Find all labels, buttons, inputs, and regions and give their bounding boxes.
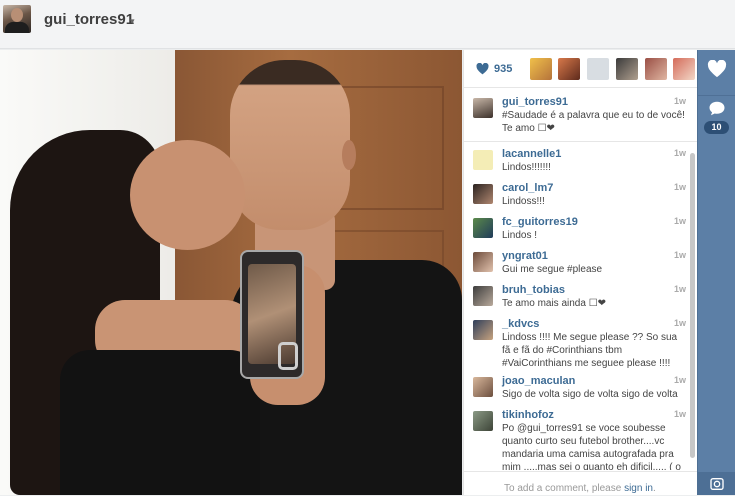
user-avatar[interactable] — [3, 5, 31, 33]
comment-sign-in-prompt: To add a comment, please sign in. — [464, 471, 698, 496]
liker-avatar[interactable] — [673, 58, 695, 80]
comment-button[interactable]: 10 — [698, 96, 735, 140]
comment-username[interactable]: fc_guitorres19 — [502, 216, 578, 228]
comment-username[interactable]: lacannelle1 — [502, 148, 561, 160]
liker-avatar[interactable] — [645, 58, 667, 80]
comments-panel: 935 gui_torres91 1w #Saudade é a palavra… — [463, 50, 698, 495]
action-bar: 10 — [697, 50, 735, 495]
avatar[interactable] — [473, 150, 493, 170]
chevron-down-icon[interactable]: ▾ — [130, 16, 135, 27]
avatar[interactable] — [473, 320, 493, 340]
liker-avatar[interactable] — [616, 58, 638, 80]
comment-prompt-prefix: To add a comment, please — [504, 483, 625, 494]
comment-text: Lindoss !!!! Me segue please ?? So sua f… — [502, 332, 678, 369]
liker-avatar[interactable] — [530, 58, 552, 80]
camera-icon[interactable] — [698, 472, 735, 495]
comment-text: Sigo de volta sigo de volta sigo de volt… — [502, 389, 678, 400]
comment-list: gui_torres91 1w #Saudade é a palavra que… — [464, 88, 698, 470]
top-bar: gui_torres91 ▾ — [0, 0, 735, 49]
comment-text: Te amo mais ainda ☐❤ — [502, 298, 607, 309]
comment-username[interactable]: yngrat01 — [502, 250, 548, 262]
sign-in-link[interactable]: sign in — [624, 483, 653, 494]
comment-text: Lindoss!!! — [502, 196, 545, 207]
comment-text: Gui me segue #please — [502, 264, 603, 275]
comment-text: Lindos!!!!!!! — [502, 162, 551, 173]
divider — [464, 141, 698, 142]
comment-username[interactable]: bruh_tobias — [502, 284, 565, 296]
liker-avatar[interactable] — [558, 58, 580, 80]
comment-username[interactable]: gui_torres91 — [502, 96, 568, 108]
comment-username[interactable]: _kdvcs — [502, 318, 539, 330]
comment-prompt: To add a comment, please sign in. — [504, 483, 656, 494]
post-photo[interactable] — [0, 50, 462, 495]
avatar[interactable] — [473, 377, 493, 397]
comment-text: #Saudade é a palavra que eu to de você! … — [502, 110, 685, 134]
comment-time[interactable]: 1w — [674, 375, 686, 385]
heart-icon — [707, 60, 727, 78]
heart-icon[interactable] — [476, 63, 489, 75]
avatar[interactable] — [473, 411, 493, 431]
comment-time[interactable]: 1w — [674, 182, 686, 192]
comment-username[interactable]: carol_lm7 — [502, 182, 553, 194]
comment-text: Po @gui_torres91 se voce soubesse quanto… — [502, 423, 681, 470]
avatar[interactable] — [473, 184, 493, 204]
avatar[interactable] — [473, 252, 493, 272]
comment-username[interactable]: tikinhofoz — [502, 409, 554, 421]
avatar[interactable] — [473, 98, 493, 118]
avatar[interactable] — [473, 286, 493, 306]
comment-time[interactable]: 1w — [674, 318, 686, 328]
scrollbar[interactable] — [690, 153, 695, 458]
avatar[interactable] — [473, 218, 493, 238]
username-header[interactable]: gui_torres91 — [44, 11, 134, 28]
comment-count-badge: 10 — [704, 121, 729, 134]
comment-text: Lindos ! — [502, 230, 538, 241]
comment-time[interactable]: 1w — [674, 96, 686, 106]
comment-username[interactable]: joao_maculan — [502, 375, 575, 387]
like-count[interactable]: 935 — [494, 63, 512, 75]
comment-time[interactable]: 1w — [674, 148, 686, 158]
comment-time[interactable]: 1w — [674, 216, 686, 226]
comment-time[interactable]: 1w — [674, 409, 686, 419]
likes-row: 935 — [464, 50, 698, 88]
comment-prompt-suffix: . — [652, 483, 656, 494]
liker-avatar[interactable] — [587, 58, 609, 80]
comment-time[interactable]: 1w — [674, 250, 686, 260]
like-button[interactable] — [698, 50, 735, 95]
speech-bubble-icon — [709, 101, 725, 116]
comment-time[interactable]: 1w — [674, 284, 686, 294]
